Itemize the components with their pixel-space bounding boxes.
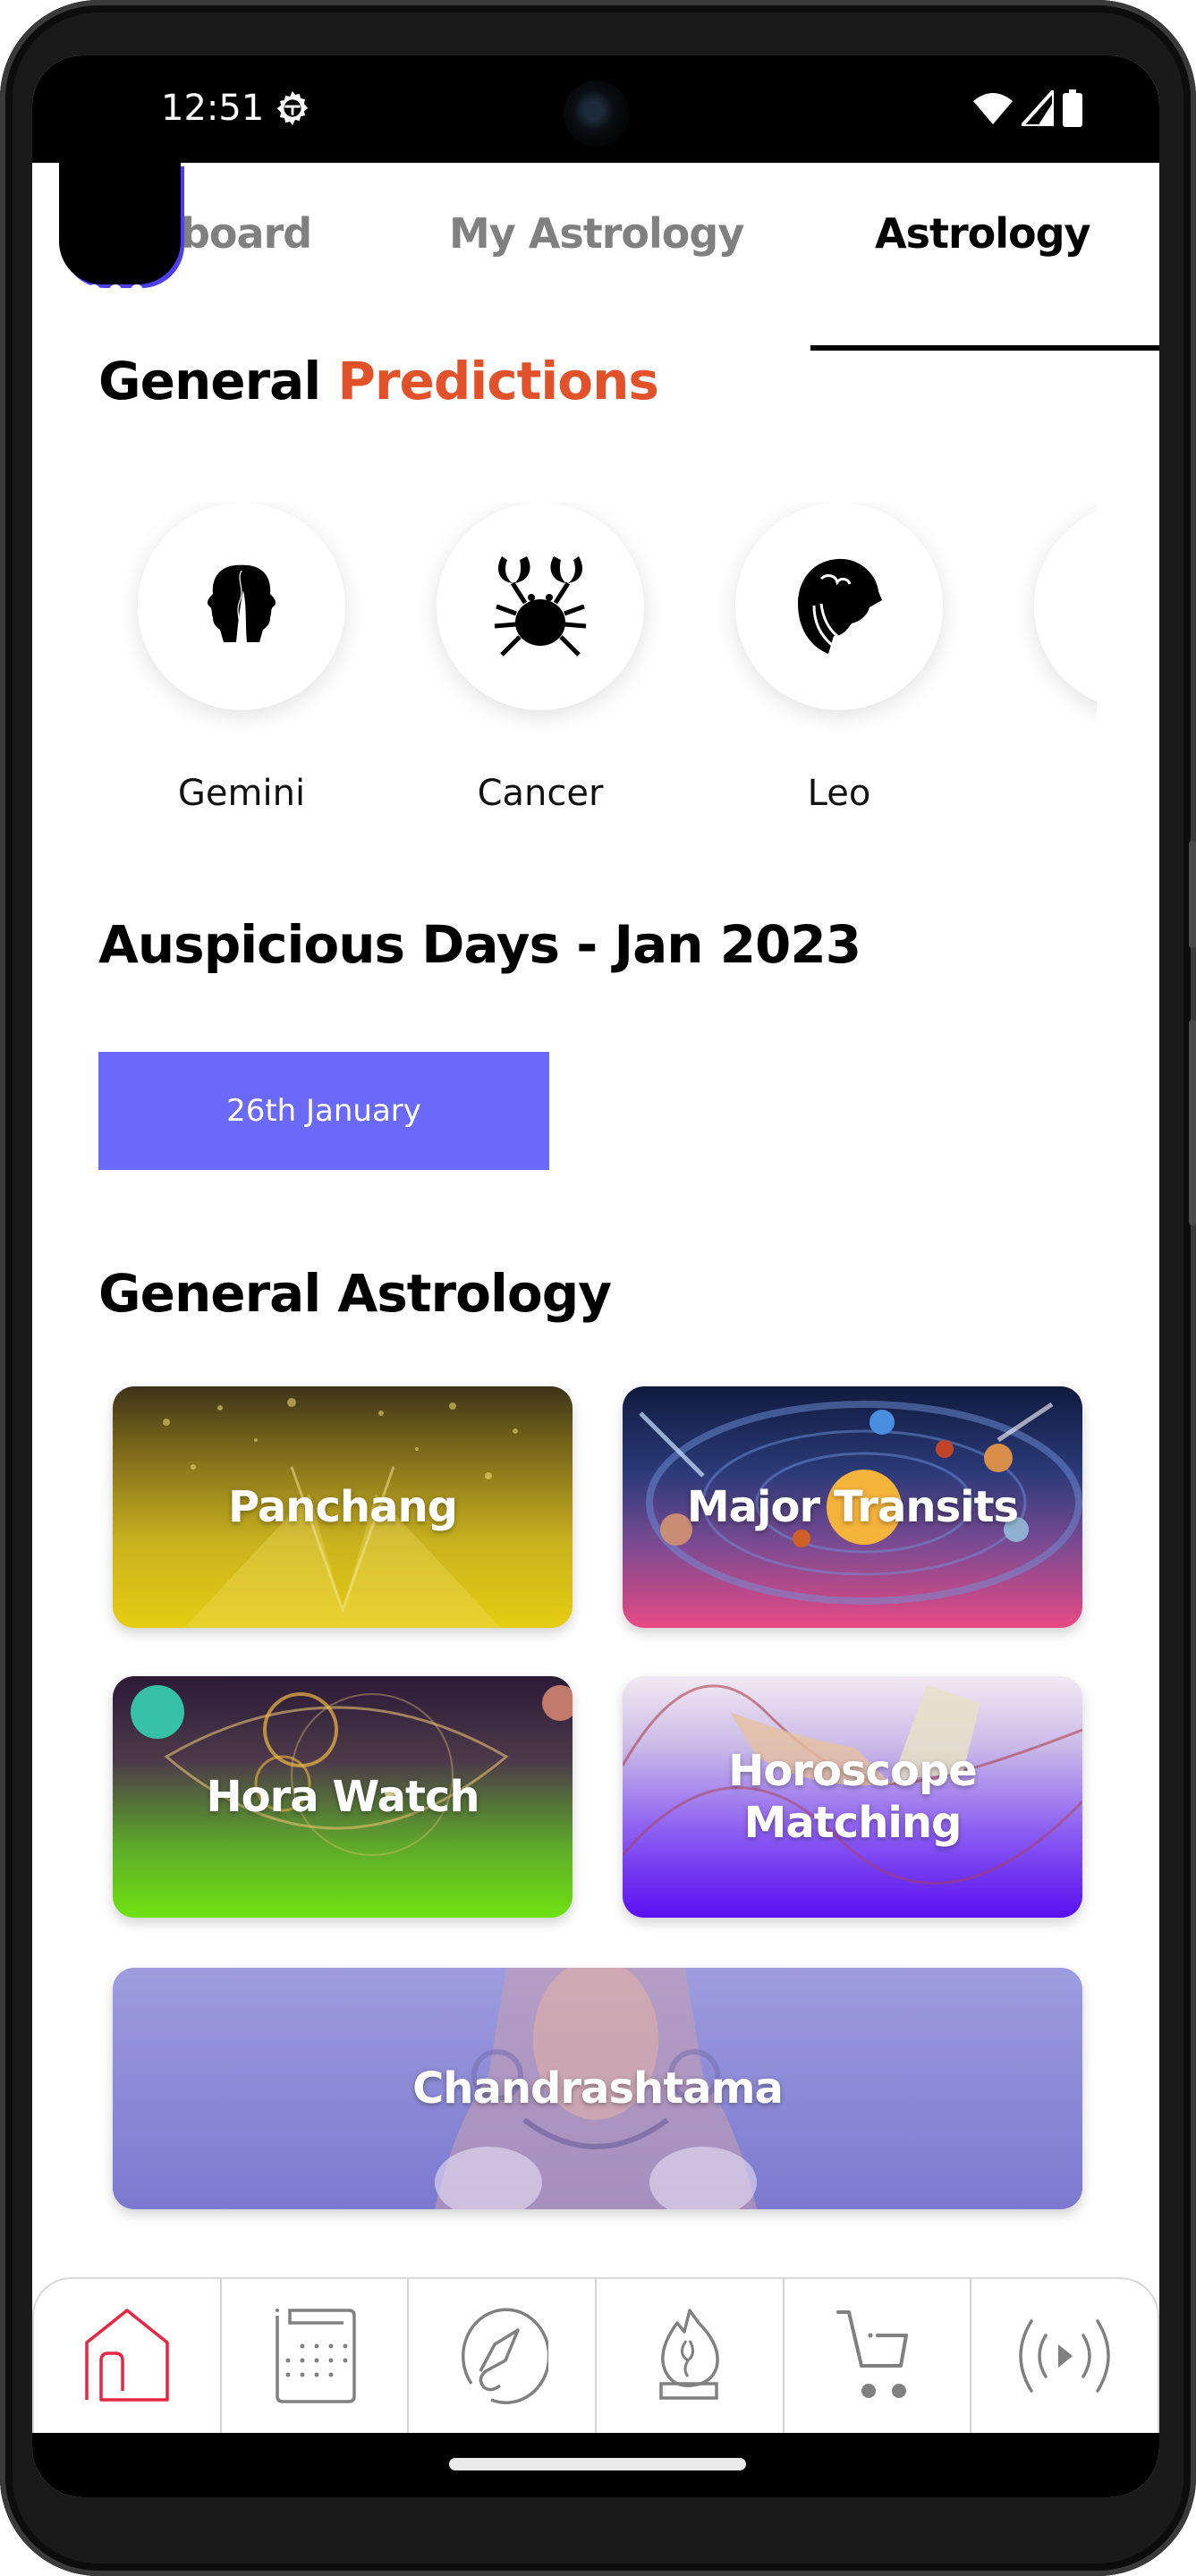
signal-icon (1022, 90, 1054, 126)
wifi-icon (973, 93, 1013, 124)
active-tab-indicator (810, 345, 1159, 351)
zodiac-item-gemini[interactable]: Gemini (125, 503, 358, 814)
cart-icon (836, 2310, 908, 2398)
card-major-transits[interactable]: Major Transits (623, 1386, 1082, 1628)
power-button (1189, 841, 1196, 948)
settings-gear-icon (276, 90, 309, 126)
compass-icon (462, 2308, 549, 2404)
nav-live[interactable] (971, 2279, 1158, 2433)
zodiac-carousel[interactable]: Gemini Cancer Leo (32, 503, 1097, 914)
top-tab-bar: board My Astrology Astrology (32, 163, 1159, 351)
zodiac-circle (437, 503, 644, 710)
nav-calendar[interactable] (222, 2279, 410, 2433)
bottom-navigation (32, 2277, 1159, 2433)
zodiac-label: Gemini (177, 773, 306, 814)
card-chandrashtama[interactable]: Chandrashtama (113, 1968, 1082, 2209)
nav-compass[interactable] (409, 2279, 598, 2433)
volume-button (1189, 1020, 1196, 1225)
card-label: Hora Watch (206, 1772, 479, 1822)
zodiac-circle (1034, 503, 1097, 710)
screen: 12:51 board My Astrology Astrology Gener… (32, 55, 1159, 2497)
live-broadcast-icon (1019, 2319, 1110, 2393)
nav-fire[interactable] (597, 2279, 785, 2433)
gemini-icon (207, 564, 276, 642)
zodiac-item-virgo[interactable]: V (1022, 503, 1097, 814)
card-hora-watch[interactable]: Hora Watch (113, 1676, 573, 1918)
cancer-crab-icon (494, 556, 587, 657)
tab-my-astrology[interactable]: My Astrology (449, 209, 744, 258)
title-part-general: General (98, 351, 321, 411)
general-astrology-title: General Astrology (98, 1263, 612, 1324)
status-time: 12:51 (161, 88, 265, 129)
zodiac-circle (735, 503, 943, 710)
nav-cart[interactable] (785, 2279, 972, 2433)
card-label: Panchang (228, 1482, 458, 1532)
card-label: Major Transits (686, 1482, 1019, 1532)
phone-frame: 12:51 board My Astrology Astrology Gener… (0, 0, 1196, 2576)
title-part-predictions: Predictions (337, 351, 658, 411)
home-indicator-bar[interactable] (449, 2458, 746, 2470)
leo-lion-icon (798, 558, 882, 654)
tab-astrology[interactable]: Astrology (875, 209, 1091, 258)
zodiac-label: Cancer (477, 773, 604, 814)
status-icons (973, 89, 1082, 127)
front-camera (564, 80, 630, 147)
card-panchang[interactable]: Panchang (113, 1386, 573, 1628)
more-horizontal-icon (88, 284, 143, 297)
tab-dashboard[interactable]: board (181, 209, 312, 258)
home-icon (85, 2309, 169, 2402)
nav-home[interactable] (34, 2279, 222, 2433)
zodiac-label: V (1022, 773, 1097, 814)
zodiac-item-cancer[interactable]: Cancer (424, 503, 657, 814)
card-label: Chandrashtama (412, 2063, 784, 2114)
auspicious-days-title: Auspicious Days - Jan 2023 (98, 914, 861, 975)
calendar-icon (275, 2309, 356, 2403)
battery-icon (1063, 89, 1082, 127)
zodiac-item-leo[interactable]: Leo (723, 503, 955, 814)
card-horoscope-matching[interactable]: Horoscope Matching (623, 1676, 1082, 1918)
card-label: Horoscope Matching (728, 1746, 978, 1848)
zodiac-circle (138, 503, 345, 710)
general-predictions-title: General Predictions (98, 351, 659, 411)
fire-lamp-icon (659, 2309, 719, 2400)
more-menu-button[interactable] (59, 163, 181, 297)
status-bar: 12:51 (32, 55, 1159, 163)
auspicious-date-button[interactable]: 26th January (98, 1052, 549, 1170)
zodiac-label: Leo (807, 773, 871, 814)
